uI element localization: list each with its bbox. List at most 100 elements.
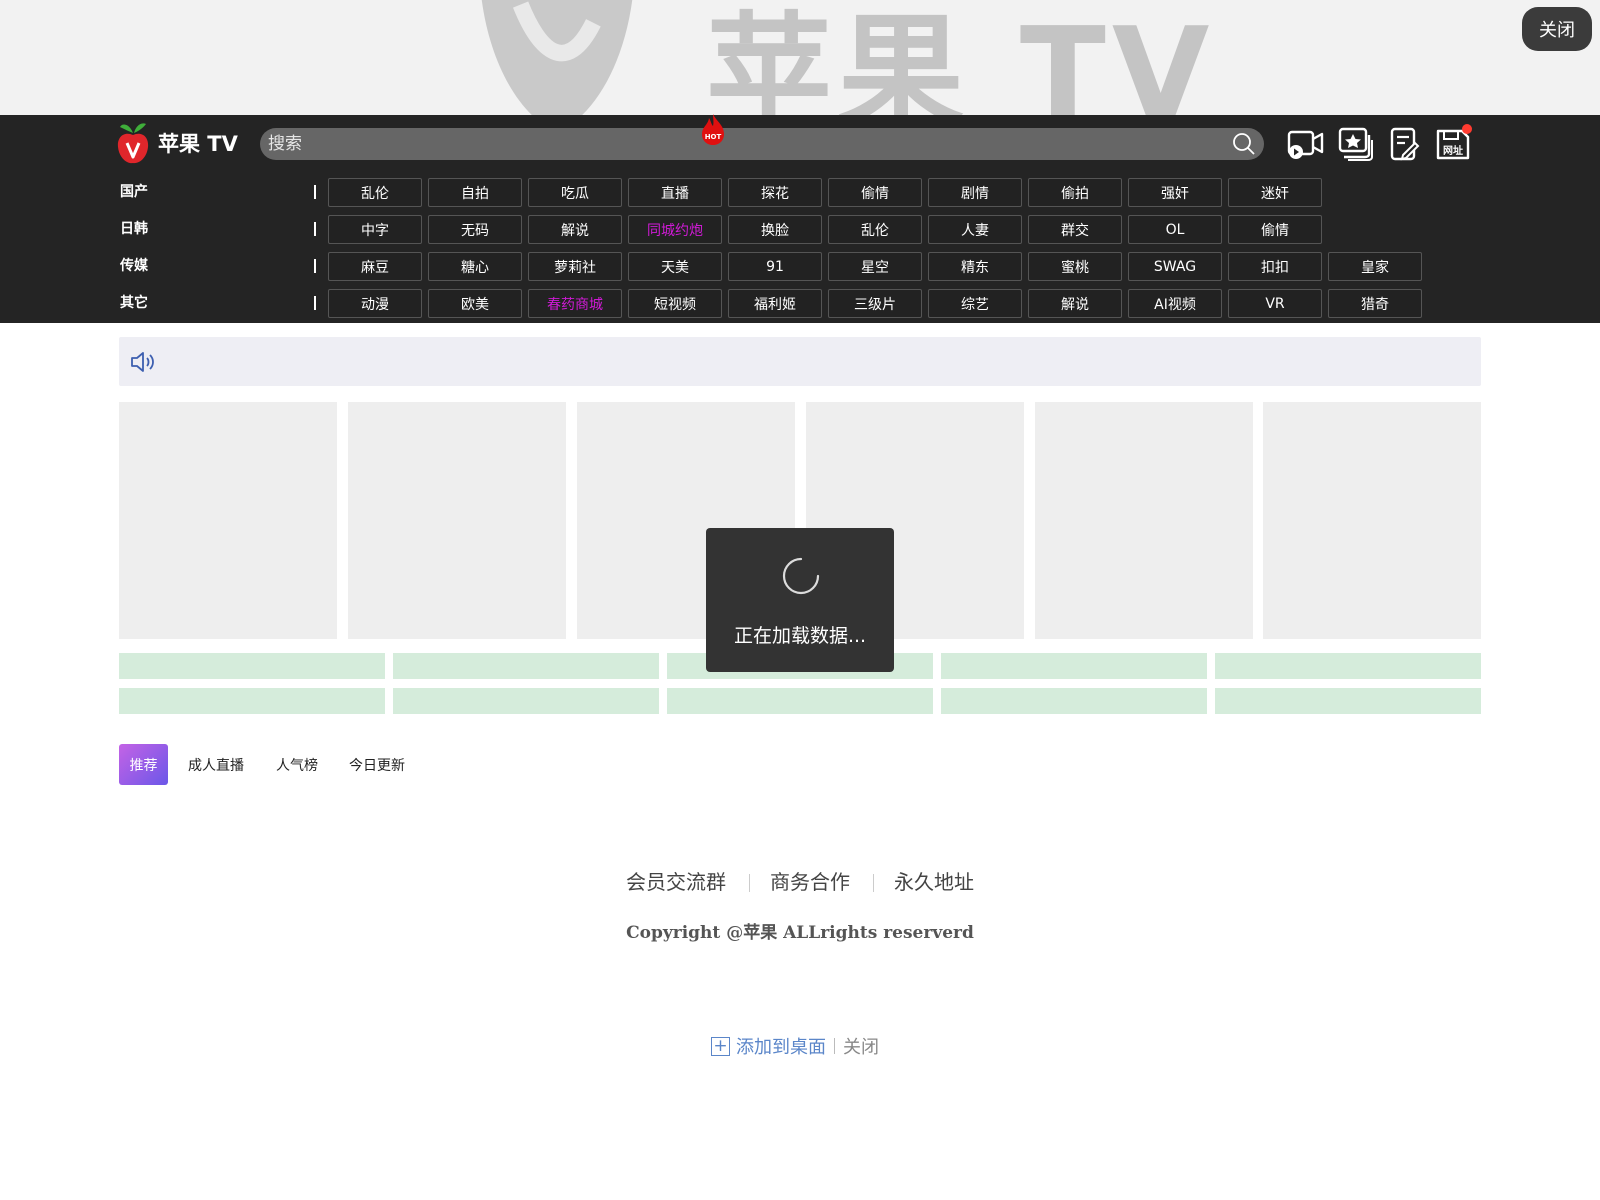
category-button[interactable]: 换脸 [728,215,822,244]
category-button[interactable]: 综艺 [928,289,1022,318]
link-placeholder [1215,653,1481,679]
close-banner-button[interactable]: 关闭 [1522,7,1592,51]
category-title: 其它 [120,295,148,311]
close-add-desktop-button[interactable]: 关闭 [843,1033,879,1059]
card-placeholder [119,402,337,639]
search-bar[interactable] [260,128,1264,160]
copyright-text: Copyright @苹果 ALLrights reserverd [626,923,974,943]
tab-today[interactable]: 今日更新 [349,744,405,785]
category-button[interactable]: 偷情 [828,178,922,207]
divider [834,1038,835,1054]
category-separator [314,222,316,236]
category-button[interactable]: 吃瓜 [528,178,622,207]
logo-text[interactable]: 苹果 TV [158,128,238,158]
category-button[interactable]: 精东 [928,252,1022,281]
category-button[interactable]: 三级片 [828,289,922,318]
category-button[interactable]: 福利姬 [728,289,822,318]
category-button[interactable]: 解说 [528,215,622,244]
loading-spinner-icon [782,557,820,595]
category-title: 日韩 [120,221,148,237]
category-button[interactable]: VR [1228,289,1322,318]
link-placeholder [941,688,1207,714]
category-button[interactable]: OL [1128,215,1222,244]
search-input[interactable] [268,128,1228,160]
category-button[interactable]: 糖心 [428,252,522,281]
link-placeholder [393,688,659,714]
save-url-icon[interactable]: 网址 [1434,124,1472,162]
add-to-desktop-bar: + 添加到桌面 关闭 [711,1033,879,1059]
link-placeholder [1215,688,1481,714]
category-nav: 国产 乱伦 自拍 吃瓜 直播 探花 偷情 剧情 偷拍 强奸 迷奸 日韩 中字 无码 解说 同城约炮 换脸 乱伦 人妻… [0,173,1600,323]
tab-popular[interactable]: 人气榜 [276,744,318,785]
category-button[interactable]: 春药商城 [528,289,622,318]
loading-text: 正在加载数据... [733,625,867,647]
category-button[interactable]: 无码 [428,215,522,244]
category-button[interactable]: 解说 [1028,289,1122,318]
category-button[interactable]: 猎奇 [1328,289,1422,318]
category-button[interactable]: 萝莉社 [528,252,622,281]
category-button[interactable]: 中字 [328,215,422,244]
link-placeholder [667,688,933,714]
edit-note-icon[interactable] [1385,126,1423,162]
footer-link-business[interactable]: 商务合作 [770,866,850,895]
category-button[interactable]: 群交 [1028,215,1122,244]
category-button[interactable]: 强奸 [1128,178,1222,207]
category-row: 传媒 麻豆 糖心 萝莉社 天美 91 星空 精东 蜜桃 SWAG 扣扣 皇家 [0,249,1600,281]
category-button[interactable]: 欧美 [428,289,522,318]
category-button[interactable]: SWAG [1128,252,1222,281]
top-banner: 苹果 TV 关闭 [0,0,1600,115]
category-button[interactable]: 动漫 [328,289,422,318]
category-button[interactable]: 短视频 [628,289,722,318]
plus-icon[interactable]: + [711,1036,730,1056]
category-button[interactable]: 剧情 [928,178,1022,207]
category-button[interactable]: 探花 [728,178,822,207]
category-row: 国产 乱伦 自拍 吃瓜 直播 探花 偷情 剧情 偷拍 强奸 迷奸 [0,175,1600,207]
category-button[interactable]: AI视频 [1128,289,1222,318]
tab-recommend[interactable]: 推荐 [119,744,168,785]
card-placeholder [1263,402,1481,639]
category-button[interactable]: 蜜桃 [1028,252,1122,281]
category-separator [314,296,316,310]
footer-divider [873,874,874,892]
category-button[interactable]: 直播 [628,178,722,207]
category-button[interactable]: 乱伦 [328,178,422,207]
category-button[interactable]: 扣扣 [1228,252,1322,281]
video-icon[interactable] [1287,126,1325,162]
category-button[interactable]: 同城约炮 [628,215,722,244]
search-icon[interactable] [1232,132,1256,156]
header-bar: 苹果 TV 搜索 网址 [0,115,1600,173]
category-button[interactable]: 91 [728,252,822,281]
link-placeholder [941,653,1207,679]
add-to-desktop-link[interactable]: 添加到桌面 [736,1033,826,1059]
category-button[interactable]: 乱伦 [828,215,922,244]
banner-title: 苹果 TV [706,0,1216,115]
category-button[interactable]: 偷拍 [1028,178,1122,207]
card-placeholder [1035,402,1253,639]
category-button[interactable]: 迷奸 [1228,178,1322,207]
apple-logo-icon[interactable] [116,119,150,165]
footer-links: 会员交流群 商务合作 永久地址 [0,866,1600,896]
card-placeholder [348,402,566,639]
footer-link-permanent-address[interactable]: 永久地址 [894,866,974,895]
loading-toast: 正在加载数据... [706,528,894,672]
category-button[interactable]: 麻豆 [328,252,422,281]
notice-bar [119,337,1481,386]
hot-badge-label: HOT [705,133,722,141]
category-button[interactable]: 星空 [828,252,922,281]
notification-dot [1462,124,1472,134]
tab-live[interactable]: 成人直播 [188,744,244,785]
hot-badge-icon: HOT [702,114,724,145]
link-placeholder [119,688,385,714]
link-placeholder [119,653,385,679]
category-button[interactable]: 自拍 [428,178,522,207]
save-url-label: 网址 [1443,144,1463,157]
footer-divider [749,874,750,892]
category-button[interactable]: 人妻 [928,215,1022,244]
category-button[interactable]: 皇家 [1328,252,1422,281]
category-button[interactable]: 天美 [628,252,722,281]
star-album-icon[interactable] [1336,126,1374,162]
category-button[interactable]: 偷情 [1228,215,1322,244]
footer-link-member-group[interactable]: 会员交流群 [626,866,726,895]
category-row: 其它 动漫 欧美 春药商城 短视频 福利姬 三级片 综艺 解说 AI视频 VR 猎奇 [0,286,1600,318]
category-title: 国产 [120,184,148,200]
